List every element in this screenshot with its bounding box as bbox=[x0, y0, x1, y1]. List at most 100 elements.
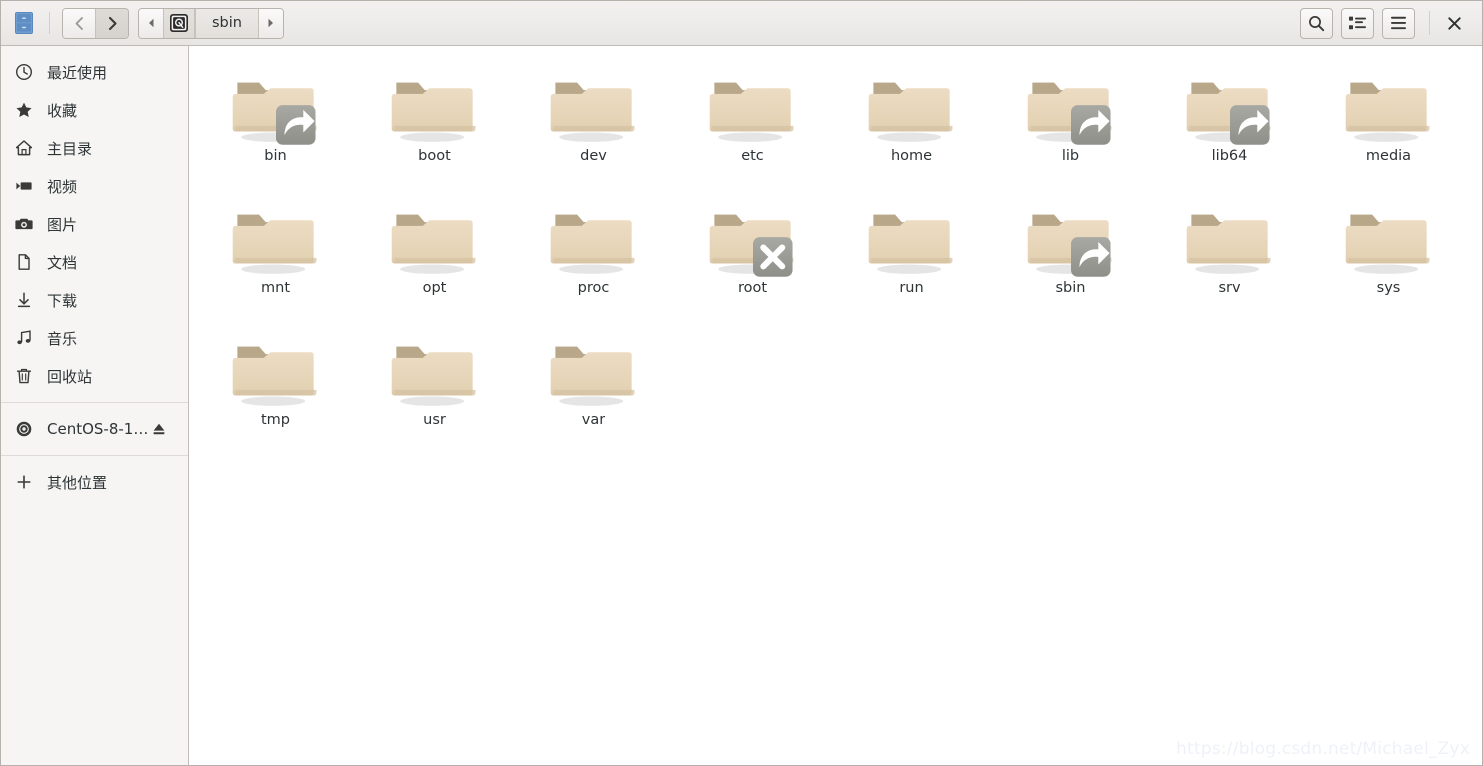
sidebar-item-device-centos[interactable]: CentOS-8-1… bbox=[1, 410, 188, 448]
plus-icon bbox=[14, 472, 34, 492]
trash-icon bbox=[14, 366, 34, 386]
forward-button[interactable] bbox=[95, 8, 128, 38]
folder-icon bbox=[1341, 192, 1437, 288]
view-toggle-button[interactable] bbox=[1341, 7, 1374, 39]
file-item-usr[interactable]: usr bbox=[355, 324, 514, 456]
breadcrumb-item-root[interactable] bbox=[163, 8, 195, 38]
file-manager-window: sbin 最近使用 收藏 主目录 视频 图片 文档 下载 音乐 回收站 Cent… bbox=[0, 0, 1483, 766]
file-item-var[interactable]: var bbox=[514, 324, 673, 456]
header-right-controls bbox=[1292, 6, 1471, 40]
folder-icon bbox=[228, 192, 324, 288]
navigation-button-group bbox=[62, 7, 129, 39]
path-scroll-right-button[interactable] bbox=[258, 8, 283, 38]
file-manager-icon bbox=[15, 12, 33, 34]
download-icon bbox=[14, 290, 34, 310]
optical-disc-icon bbox=[14, 419, 34, 439]
file-item-run[interactable]: run bbox=[832, 192, 991, 324]
sidebar-item-label: 音乐 bbox=[47, 329, 78, 348]
sidebar-item-home[interactable]: 主目录 bbox=[1, 129, 188, 167]
music-icon bbox=[14, 328, 34, 348]
file-item-etc[interactable]: etc bbox=[673, 60, 832, 192]
sidebar-item-label: 文档 bbox=[47, 253, 78, 272]
menu-button[interactable] bbox=[1382, 7, 1415, 39]
camera-icon bbox=[14, 214, 34, 234]
folder-symlink-icon bbox=[228, 60, 324, 156]
folder-icon bbox=[1182, 192, 1278, 288]
close-icon bbox=[1447, 16, 1461, 30]
watermark: https://blog.csdn.net/Michael_Zyx bbox=[1176, 739, 1470, 759]
file-item-home[interactable]: home bbox=[832, 60, 991, 192]
sidebar-item-videos[interactable]: 视频 bbox=[1, 167, 188, 205]
folder-symlink-icon bbox=[1182, 60, 1278, 156]
folder-icon bbox=[1341, 60, 1437, 156]
file-item-bin[interactable]: bin bbox=[196, 60, 355, 192]
hard-disk-icon bbox=[170, 14, 188, 32]
path-scroll-left-button[interactable] bbox=[139, 8, 163, 38]
sidebar-item-label: 其他位置 bbox=[47, 473, 108, 492]
sidebar-item-label: 主目录 bbox=[47, 139, 93, 158]
file-item-dev[interactable]: dev bbox=[514, 60, 673, 192]
folder-symlink-icon bbox=[1023, 192, 1119, 288]
file-item-srv[interactable]: srv bbox=[1150, 192, 1309, 324]
file-item-opt[interactable]: opt bbox=[355, 192, 514, 324]
sidebar-item-label: 图片 bbox=[47, 215, 78, 234]
sidebar-item-label: 收藏 bbox=[47, 101, 78, 120]
folder-icon bbox=[387, 60, 483, 156]
close-button[interactable] bbox=[1437, 6, 1471, 40]
back-button[interactable] bbox=[63, 8, 95, 38]
sidebar-item-starred[interactable]: 收藏 bbox=[1, 91, 188, 129]
home-icon bbox=[14, 138, 34, 158]
header-right-divider bbox=[1429, 11, 1430, 35]
file-item-media[interactable]: media bbox=[1309, 60, 1468, 192]
folder-icon bbox=[387, 192, 483, 288]
video-icon bbox=[14, 176, 34, 196]
sidebar-item-label: 视频 bbox=[47, 177, 78, 196]
file-item-root[interactable]: root bbox=[673, 192, 832, 324]
folder-icon bbox=[546, 60, 642, 156]
breadcrumb-item-sbin[interactable]: sbin bbox=[195, 8, 259, 38]
file-item-tmp[interactable]: tmp bbox=[196, 324, 355, 456]
path-scroll-right-icon bbox=[268, 18, 274, 28]
sidebar-item-documents[interactable]: 文档 bbox=[1, 243, 188, 281]
hamburger-menu-icon bbox=[1391, 16, 1406, 30]
file-item-proc[interactable]: proc bbox=[514, 192, 673, 324]
folder-icon bbox=[387, 324, 483, 420]
sidebar-item-music[interactable]: 音乐 bbox=[1, 319, 188, 357]
star-icon bbox=[14, 100, 34, 120]
file-item-lib64[interactable]: lib64 bbox=[1150, 60, 1309, 192]
sidebar-item-pictures[interactable]: 图片 bbox=[1, 205, 188, 243]
header-bar: sbin bbox=[1, 1, 1482, 46]
folder-icon bbox=[546, 324, 642, 420]
folder-symlink-icon bbox=[1023, 60, 1119, 156]
sidebar-item-label: 下载 bbox=[47, 291, 78, 310]
sidebar-item-trash[interactable]: 回收站 bbox=[1, 357, 188, 395]
file-item-mnt[interactable]: mnt bbox=[196, 192, 355, 324]
sidebar-divider-devices bbox=[1, 402, 188, 403]
header-divider bbox=[49, 12, 50, 34]
file-list-view[interactable]: bin boot dev etc home lib lib64 media mn… bbox=[189, 46, 1482, 765]
search-button[interactable] bbox=[1300, 7, 1333, 39]
file-item-sbin[interactable]: sbin bbox=[991, 192, 1150, 324]
breadcrumb: sbin bbox=[138, 7, 284, 39]
folder-unreadable-icon bbox=[705, 192, 801, 288]
folder-icon bbox=[705, 60, 801, 156]
file-item-lib[interactable]: lib bbox=[991, 60, 1150, 192]
search-icon bbox=[1309, 15, 1325, 31]
forward-icon bbox=[108, 16, 117, 30]
file-item-sys[interactable]: sys bbox=[1309, 192, 1468, 324]
path-scroll-left-icon bbox=[148, 18, 153, 28]
document-icon bbox=[14, 252, 34, 272]
folder-icon bbox=[864, 60, 960, 156]
folder-icon bbox=[228, 324, 324, 420]
sidebar-item-label: CentOS-8-1… bbox=[47, 420, 149, 438]
sidebar-item-downloads[interactable]: 下载 bbox=[1, 281, 188, 319]
folder-icon bbox=[546, 192, 642, 288]
eject-icon[interactable] bbox=[150, 420, 168, 438]
sidebar-item-recent[interactable]: 最近使用 bbox=[1, 53, 188, 91]
sidebar-item-label: 回收站 bbox=[47, 367, 93, 386]
sidebar-item-other-locations[interactable]: 其他位置 bbox=[1, 463, 188, 501]
sidebar: 最近使用 收藏 主目录 视频 图片 文档 下载 音乐 回收站 CentOS-8-… bbox=[1, 46, 189, 765]
sidebar-item-label: 最近使用 bbox=[47, 63, 108, 82]
clock-icon bbox=[14, 62, 34, 82]
file-item-boot[interactable]: boot bbox=[355, 60, 514, 192]
